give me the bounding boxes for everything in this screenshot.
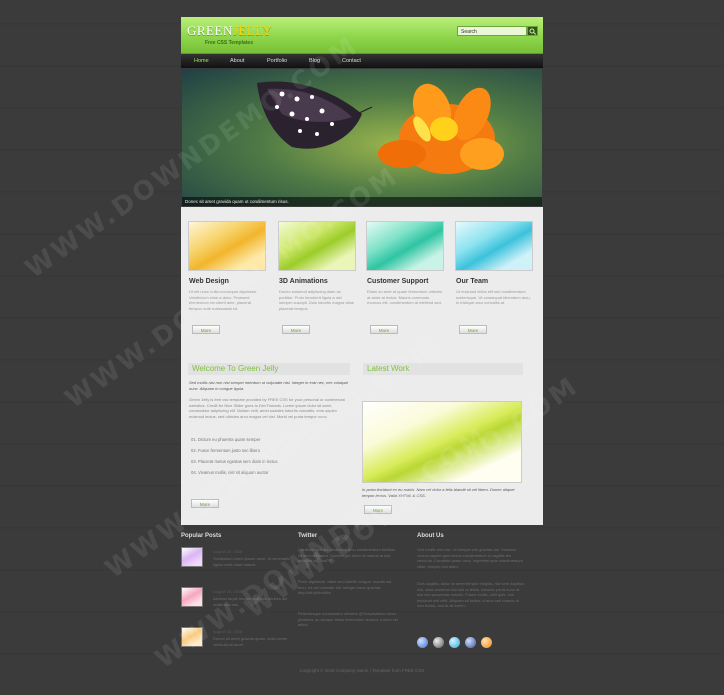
search-icon: [529, 28, 537, 35]
post-date: August 22, 2048: [213, 549, 243, 554]
tweet: Pellentesque consectetur ultricies @Temp…: [298, 611, 398, 627]
list-item: 02. Fusce fermentum justo nec libero: [191, 448, 260, 453]
search-input[interactable]: Search: [457, 26, 527, 36]
nav-about[interactable]: About: [230, 58, 244, 64]
search-button[interactable]: [527, 26, 538, 36]
feature-customer-support: Customer Support Etiam eu ante ut quam f…: [366, 221, 444, 334]
feature-text: Ut euismod tellus elit sed condimentum s…: [456, 289, 531, 305]
about-text: Sed mollis non nisi. Ut semper nisi grav…: [417, 547, 523, 569]
logo[interactable]: GREENJELLY: [187, 23, 272, 39]
facebook-icon[interactable]: [465, 637, 476, 648]
more-button[interactable]: More: [459, 325, 487, 334]
feature-title: Customer Support: [367, 278, 429, 285]
copyright: Copyright © 2048 Company Name | Template…: [299, 668, 425, 673]
feature-text: Donec euismod adipiscing diam ac porttit…: [279, 289, 354, 311]
post-thumb[interactable]: [181, 547, 203, 567]
feature-title: 3D Animations: [279, 278, 328, 285]
twitter-icon[interactable]: [449, 637, 460, 648]
list-item: 01. Dictum eu pharetra quam semper: [191, 437, 261, 442]
about-heading: About Us: [417, 533, 444, 539]
post-thumb[interactable]: [181, 587, 203, 607]
feature-thumb: [366, 221, 444, 271]
about-text: Duis sagittis, dolor sit amet tempor fri…: [417, 581, 525, 608]
feature-title: Our Team: [456, 278, 489, 285]
more-button[interactable]: More: [370, 325, 398, 334]
welcome-lead: Sed mollis nisi non nisl semper interdum…: [189, 380, 348, 391]
feature-our-team: Our Team Ut euismod tellus elit sed cond…: [455, 221, 533, 334]
nav-portfolio[interactable]: Portfolio: [267, 58, 287, 64]
rss-icon[interactable]: [481, 637, 492, 648]
delicious-icon[interactable]: [433, 637, 444, 648]
feature-thumb: [455, 221, 533, 271]
welcome-heading: Welcome To Green Jelly: [188, 363, 350, 375]
nav-home[interactable]: Home: [194, 58, 209, 64]
more-button[interactable]: More: [282, 325, 310, 334]
logo-text-jelly: JELLY: [232, 23, 273, 38]
tagline: Free CSS Templates: [205, 40, 253, 46]
logo-text-green: GREEN: [187, 23, 233, 38]
flickr-icon[interactable]: [417, 637, 428, 648]
feature-text: Etiam eu ante ut quam fermentum ultricie…: [367, 289, 443, 305]
post-text[interactable]: Donec sit amet gravida quam, dolor lorem…: [213, 636, 293, 647]
header: GREENJELLY Free CSS Templates Search: [181, 17, 543, 54]
